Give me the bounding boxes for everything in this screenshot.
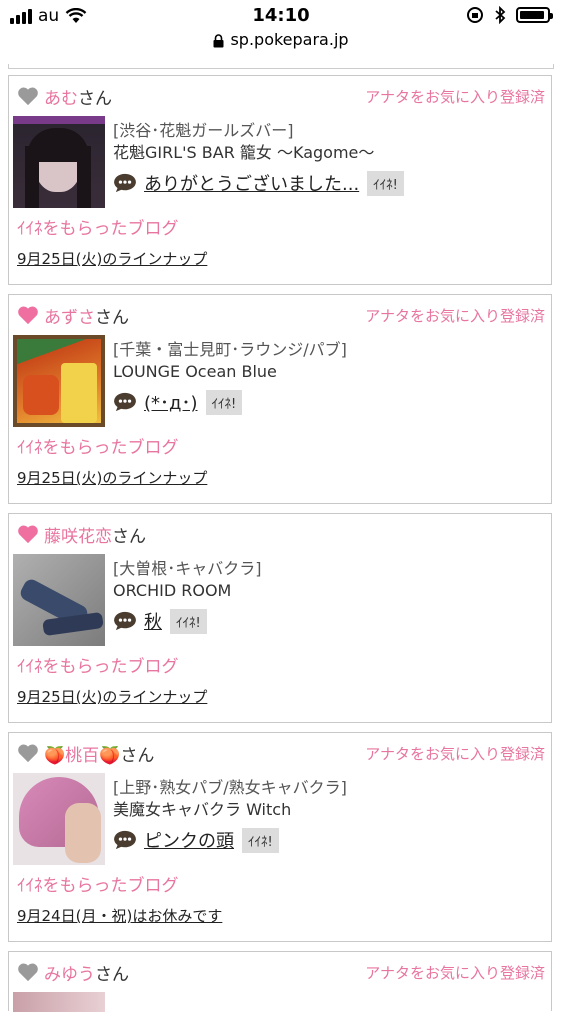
profile-photo[interactable] (13, 116, 105, 208)
shop-category: [大曽根･キャバクラ] (113, 559, 262, 578)
favorite-card: 藤咲花恋 さん [大曽根･キャバクラ] ORCHID ROOM 秋 ｲｲﾈ! ｲ… (8, 513, 552, 723)
favorite-status: アナタをお気に入り登録済 (365, 745, 545, 763)
honorific: さん (120, 745, 155, 766)
girl-name-link[interactable]: 🍑桃百🍑 (44, 741, 120, 766)
profile-photo[interactable] (13, 992, 105, 1012)
previous-card-edge (8, 64, 554, 69)
heart-icon[interactable] (17, 524, 39, 544)
liked-blog-link[interactable]: ｲｲﾈをもらったブログ (17, 652, 179, 677)
girl-name-link[interactable]: 藤咲花恋 (44, 522, 112, 547)
url-text: sp.pokepara.jp (230, 30, 349, 49)
rotation-lock-icon (467, 7, 483, 23)
honorific: さん (95, 307, 129, 328)
favorite-status: アナタをお気に入り登録済 (365, 88, 545, 106)
liked-blog-link[interactable]: ｲｲﾈをもらったブログ (17, 433, 179, 458)
shop-category: [千葉・富士見町･ラウンジ/パブ] (113, 340, 347, 359)
heart-icon[interactable] (17, 743, 39, 763)
favorite-card: みゆう さん アナタをお気に入り登録済 (8, 951, 552, 1012)
lineup-link[interactable]: 9月24日(月・祝)はお休みです (17, 905, 222, 926)
lineup-link[interactable]: 9月25日(火)のラインナップ (17, 467, 207, 488)
shop-name[interactable]: ORCHID ROOM (113, 580, 543, 602)
iine-badge: ｲｲﾈ! (367, 170, 404, 196)
honorific: さん (78, 88, 112, 109)
shop-name[interactable]: LOUNGE Ocean Blue (113, 361, 543, 383)
bluetooth-icon (495, 6, 506, 24)
girl-name-link[interactable]: あずさ (44, 303, 95, 328)
heart-icon[interactable] (17, 962, 39, 982)
honorific: さん (112, 526, 146, 547)
favorite-status: アナタをお気に入り登録済 (365, 964, 545, 982)
comment-bubble-icon (114, 830, 136, 850)
lock-icon (213, 33, 224, 47)
iine-badge: ｲｲﾈ! (205, 389, 243, 415)
girl-name-link[interactable]: みゆう (44, 960, 95, 985)
shop-name[interactable]: 美魔女キャバクラ Witch (113, 799, 543, 821)
girl-name-link[interactable]: あむ (44, 84, 78, 109)
shop-category: [上野･熟女パブ/熟女キャバクラ] (113, 778, 347, 797)
blog-comment-link[interactable]: ありがとうございました... (144, 170, 359, 196)
url-bar[interactable]: sp.pokepara.jp (0, 30, 562, 58)
favorite-card: あずさ さん アナタをお気に入り登録済 [千葉・富士見町･ラウンジ/パブ] LO… (8, 294, 552, 504)
heart-icon[interactable] (17, 305, 39, 325)
favorite-status: アナタをお気に入り登録済 (365, 307, 545, 325)
honorific: さん (95, 964, 129, 985)
comment-bubble-icon (114, 611, 136, 631)
blog-comment-link[interactable]: ピンクの頭 (144, 827, 234, 853)
liked-blog-link[interactable]: ｲｲﾈをもらったブログ (17, 214, 179, 239)
heart-icon[interactable] (17, 86, 39, 106)
favorite-card: あむ さん アナタをお気に入り登録済 [渋谷･花魁ガールズバー] 花魁GIRL'… (8, 75, 552, 285)
shop-name[interactable]: 花魁GIRL'S BAR 籠女 〜Kagome〜 (113, 142, 543, 164)
blog-comment-link[interactable]: (*･д･) (144, 389, 198, 415)
profile-photo[interactable] (13, 554, 105, 646)
battery-icon (516, 7, 553, 23)
lineup-link[interactable]: 9月25日(火)のラインナップ (17, 248, 207, 269)
liked-blog-link[interactable]: ｲｲﾈをもらったブログ (17, 871, 179, 896)
shop-category: [渋谷･花魁ガールズバー] (113, 121, 294, 140)
profile-photo[interactable] (13, 773, 105, 865)
favorite-card: 🍑桃百🍑 さん アナタをお気に入り登録済 [上野･熟女パブ/熟女キャバクラ] 美… (8, 732, 552, 942)
comment-bubble-icon (114, 392, 136, 412)
status-bar: au 14:10 (0, 0, 562, 30)
comment-bubble-icon (114, 173, 136, 193)
iine-badge: ｲｲﾈ! (242, 827, 279, 853)
iine-badge: ｲｲﾈ! (170, 608, 207, 634)
blog-comment-link[interactable]: 秋 (144, 608, 162, 634)
profile-photo[interactable] (13, 335, 105, 427)
lineup-link[interactable]: 9月25日(火)のラインナップ (17, 686, 207, 707)
